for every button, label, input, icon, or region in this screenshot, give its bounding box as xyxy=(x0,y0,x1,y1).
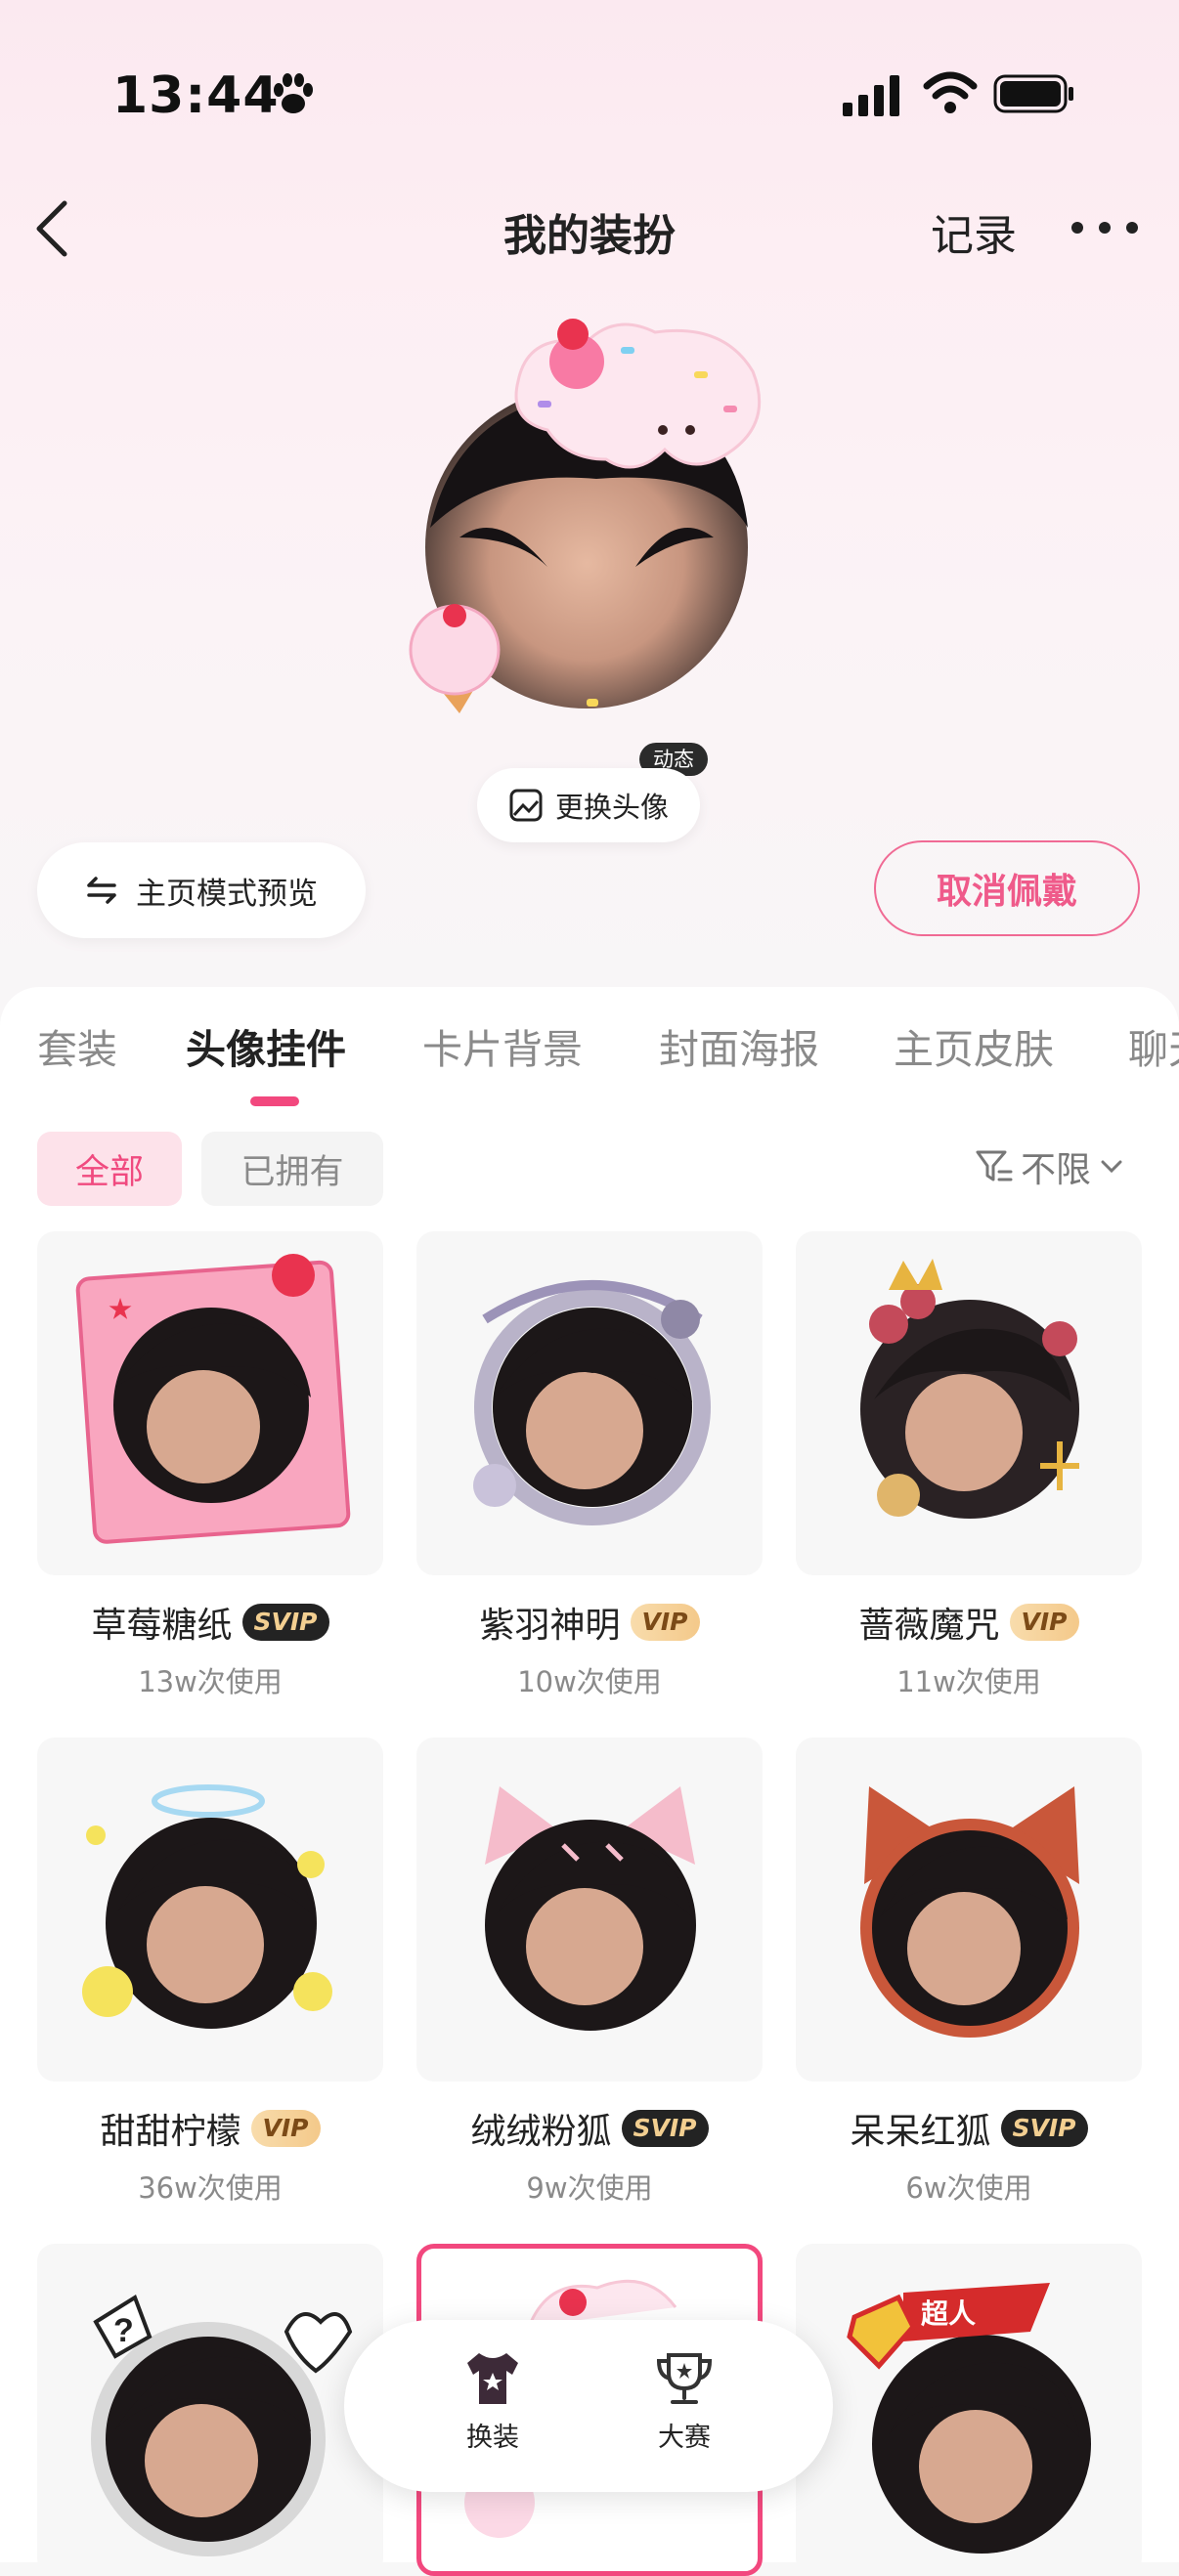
svip-badge: SVIP xyxy=(241,1604,329,1641)
item-card-purple-feather[interactable] xyxy=(416,1231,763,1575)
cancel-wear-button[interactable]: 取消佩戴 xyxy=(874,840,1140,936)
item-name-row: 绒绒粉狐 SVIP xyxy=(416,2103,763,2154)
item-name-row: 草莓糖纸 SVIP xyxy=(37,1597,383,1648)
image-icon xyxy=(509,789,543,822)
filter-all-chip[interactable]: 全部 xyxy=(37,1132,182,1206)
status-time: 13:44 xyxy=(112,66,280,125)
tab-active-indicator xyxy=(250,1096,299,1106)
change-avatar-label: 更换头像 xyxy=(554,791,669,824)
nav-contest[interactable]: 大赛 xyxy=(626,2349,743,2454)
tab-card-background[interactable]: 卡片背景 xyxy=(422,1016,583,1075)
svg-text:?: ? xyxy=(113,2312,134,2349)
filter-icon xyxy=(976,1150,1013,1181)
change-avatar-button[interactable]: 更换头像 xyxy=(477,768,700,842)
nav-dress-up[interactable]: 换装 xyxy=(434,2349,551,2454)
paw-icon xyxy=(274,73,313,113)
item-card-comic[interactable]: ? xyxy=(37,2244,383,2576)
vip-badge: VIP xyxy=(630,1604,700,1641)
pendant-preview xyxy=(860,1259,1079,1519)
more-icon[interactable] xyxy=(1068,213,1142,242)
item-name-row: 蔷薇魔咒 VIP xyxy=(796,1597,1142,1648)
chevron-down-icon xyxy=(1101,1160,1122,1174)
pendant-preview xyxy=(473,1280,711,1525)
item-name: 草莓糖纸 xyxy=(91,1606,233,1646)
item-card-rose-curse[interactable] xyxy=(796,1231,1142,1575)
pendant-preview xyxy=(82,1784,332,2029)
tab-homepage-skin[interactable]: 主页皮肤 xyxy=(894,1016,1054,1075)
pendant-preview: ? xyxy=(91,2295,353,2556)
homepage-preview-label: 主页模式预览 xyxy=(136,876,318,912)
category-tabs: 套装 头像挂件 卡片背景 封面海报 主页皮肤 聊天 xyxy=(0,1016,1179,1124)
homepage-preview-button[interactable]: 主页模式预览 xyxy=(37,842,366,938)
item-name: 呆呆红狐 xyxy=(850,2112,991,2152)
item-name: 蔷薇魔咒 xyxy=(858,1606,1000,1646)
item-name: 甜甜柠檬 xyxy=(100,2112,241,2152)
item-card-superman[interactable]: 超人 xyxy=(796,2244,1142,2576)
sort-filter-dropdown[interactable]: 不限 xyxy=(974,1141,1126,1192)
vip-badge: VIP xyxy=(250,2110,321,2147)
filter-owned-chip[interactable]: 已拥有 xyxy=(201,1132,383,1206)
tab-avatar-pendant[interactable]: 头像挂件 xyxy=(186,1016,346,1075)
item-usage: 9w次使用 xyxy=(526,2171,653,2205)
item-card-fluffy-pink-fox[interactable] xyxy=(416,1738,763,2082)
shirt-icon xyxy=(467,2353,518,2404)
svip-badge: SVIP xyxy=(621,2110,709,2147)
pendant-preview: ⋆ xyxy=(75,1254,351,1544)
svip-badge: SVIP xyxy=(1000,2110,1088,2147)
trophy-icon xyxy=(656,2353,713,2404)
item-name-row: 紫羽神明 VIP xyxy=(416,1597,763,1648)
sort-filter-label: 不限 xyxy=(1021,1150,1092,1190)
nav-dress-up-label: 换装 xyxy=(466,2423,519,2453)
pendant-preview xyxy=(860,1786,1079,2038)
tab-suit[interactable]: 套装 xyxy=(37,1016,117,1075)
signal-icon xyxy=(843,75,899,116)
item-card-strawberry[interactable]: ⋆ xyxy=(37,1231,383,1575)
item-usage: 13w次使用 xyxy=(138,1665,283,1698)
superhero-tag: 超人 xyxy=(921,2297,977,2330)
item-name-row: 甜甜柠檬 VIP xyxy=(37,2103,383,2154)
item-usage: 6w次使用 xyxy=(905,2171,1032,2205)
item-name: 绒绒粉狐 xyxy=(470,2112,612,2152)
swap-icon xyxy=(87,877,116,904)
wifi-icon xyxy=(923,71,978,113)
pendant-preview xyxy=(485,1786,696,2031)
battery-icon xyxy=(993,74,1073,113)
item-card-dumb-red-fox[interactable] xyxy=(796,1738,1142,2082)
item-usage: 11w次使用 xyxy=(896,1665,1041,1698)
vip-badge: VIP xyxy=(1009,1604,1079,1641)
item-name: 紫羽神明 xyxy=(479,1606,621,1646)
item-usage: 36w次使用 xyxy=(138,2171,283,2205)
bottom-nav: 换装 大赛 xyxy=(344,2320,833,2492)
item-card-sweet-lemon[interactable] xyxy=(37,1738,383,2082)
item-name-row: 呆呆红狐 SVIP xyxy=(796,2103,1142,2154)
item-usage: 10w次使用 xyxy=(517,1665,662,1698)
tab-cover-poster[interactable]: 封面海报 xyxy=(659,1016,819,1075)
current-avatar xyxy=(401,313,792,723)
record-link[interactable]: 记录 xyxy=(931,200,1017,263)
nav-contest-label: 大赛 xyxy=(658,2423,711,2453)
tab-chat[interactable]: 聊天 xyxy=(1128,1016,1179,1075)
svg-text:⋆: ⋆ xyxy=(106,1283,135,1335)
status-bar: 13:44 xyxy=(0,0,1179,195)
